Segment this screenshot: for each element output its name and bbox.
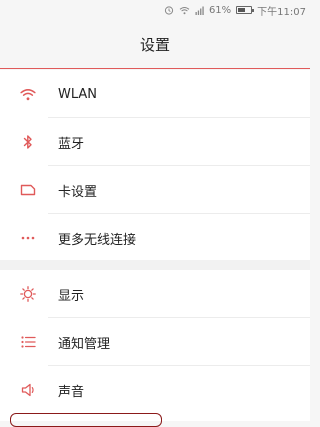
signal-icon [195,6,204,15]
brightness-icon [19,285,37,303]
header: 设置 [0,20,310,69]
page-title: 设置 [139,35,170,54]
settings-item-label: 声音 [58,384,85,400]
settings-item-label: 显示 [58,288,85,304]
more-icon [19,229,37,247]
settings-item-bluetooth[interactable]: 蓝牙 [0,118,310,166]
status-icons: 61% 下午11:07 [164,3,306,18]
settings-group-connections: WLAN 蓝牙 卡设置 更多无线连接 [0,70,310,260]
settings-item-wlan[interactable]: WLAN [0,70,310,118]
settings-item-label: 更多无线连接 [58,232,137,248]
speaker-icon [19,381,37,399]
highlight-box [10,413,162,427]
bluetooth-icon [19,133,37,151]
battery-icon [236,6,255,14]
status-time: 下午11:07 [257,6,306,18]
battery-level [238,8,246,12]
settings-item-label: 蓝牙 [58,136,85,152]
group-separator [0,260,310,270]
settings-item-more-wireless[interactable]: 更多无线连接 [0,214,310,262]
settings-group-device: 显示 通知管理 声音 [0,270,310,421]
settings-item-notifications[interactable]: 通知管理 [0,318,310,366]
settings-item-label: WLAN [58,86,98,102]
settings-item-label: 通知管理 [58,336,111,352]
settings-item-label: 卡设置 [58,184,98,200]
list-icon [19,333,37,351]
status-bar: 61% 下午11:07 [0,0,310,20]
settings-item-sound[interactable]: 声音 [0,366,310,414]
settings-item-display[interactable]: 显示 [0,270,310,318]
wifi-icon [19,85,37,103]
battery-percent: 61% [208,4,232,16]
alarm-icon [164,6,174,15]
sim-card-icon [19,181,37,199]
wifi-status-icon [179,6,190,14]
settings-item-sim-card[interactable]: 卡设置 [0,166,310,214]
